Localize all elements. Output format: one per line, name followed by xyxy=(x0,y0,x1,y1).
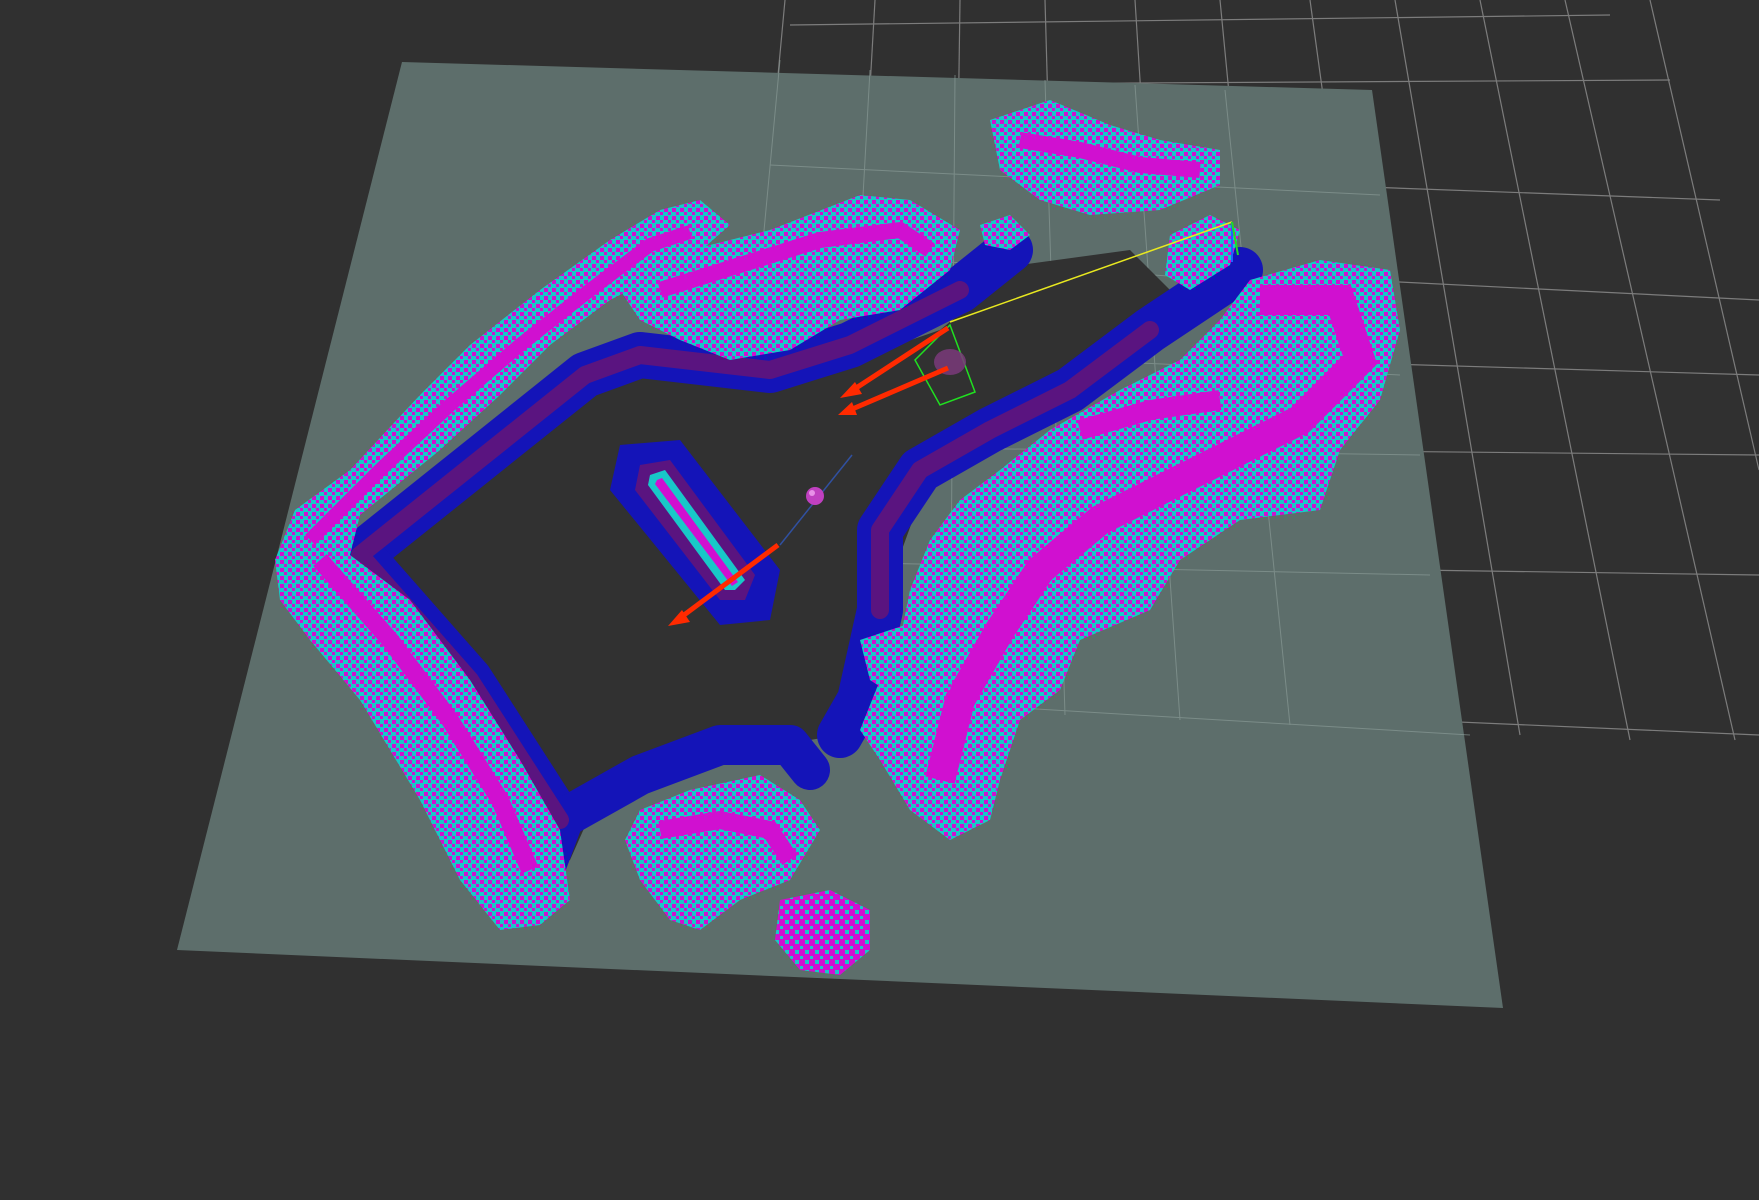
scene-svg[interactable] xyxy=(0,0,1759,1200)
robot-sphere-icon xyxy=(806,487,824,505)
rviz-3d-viewport[interactable] xyxy=(0,0,1759,1200)
robot-sphere-highlight xyxy=(809,490,815,496)
